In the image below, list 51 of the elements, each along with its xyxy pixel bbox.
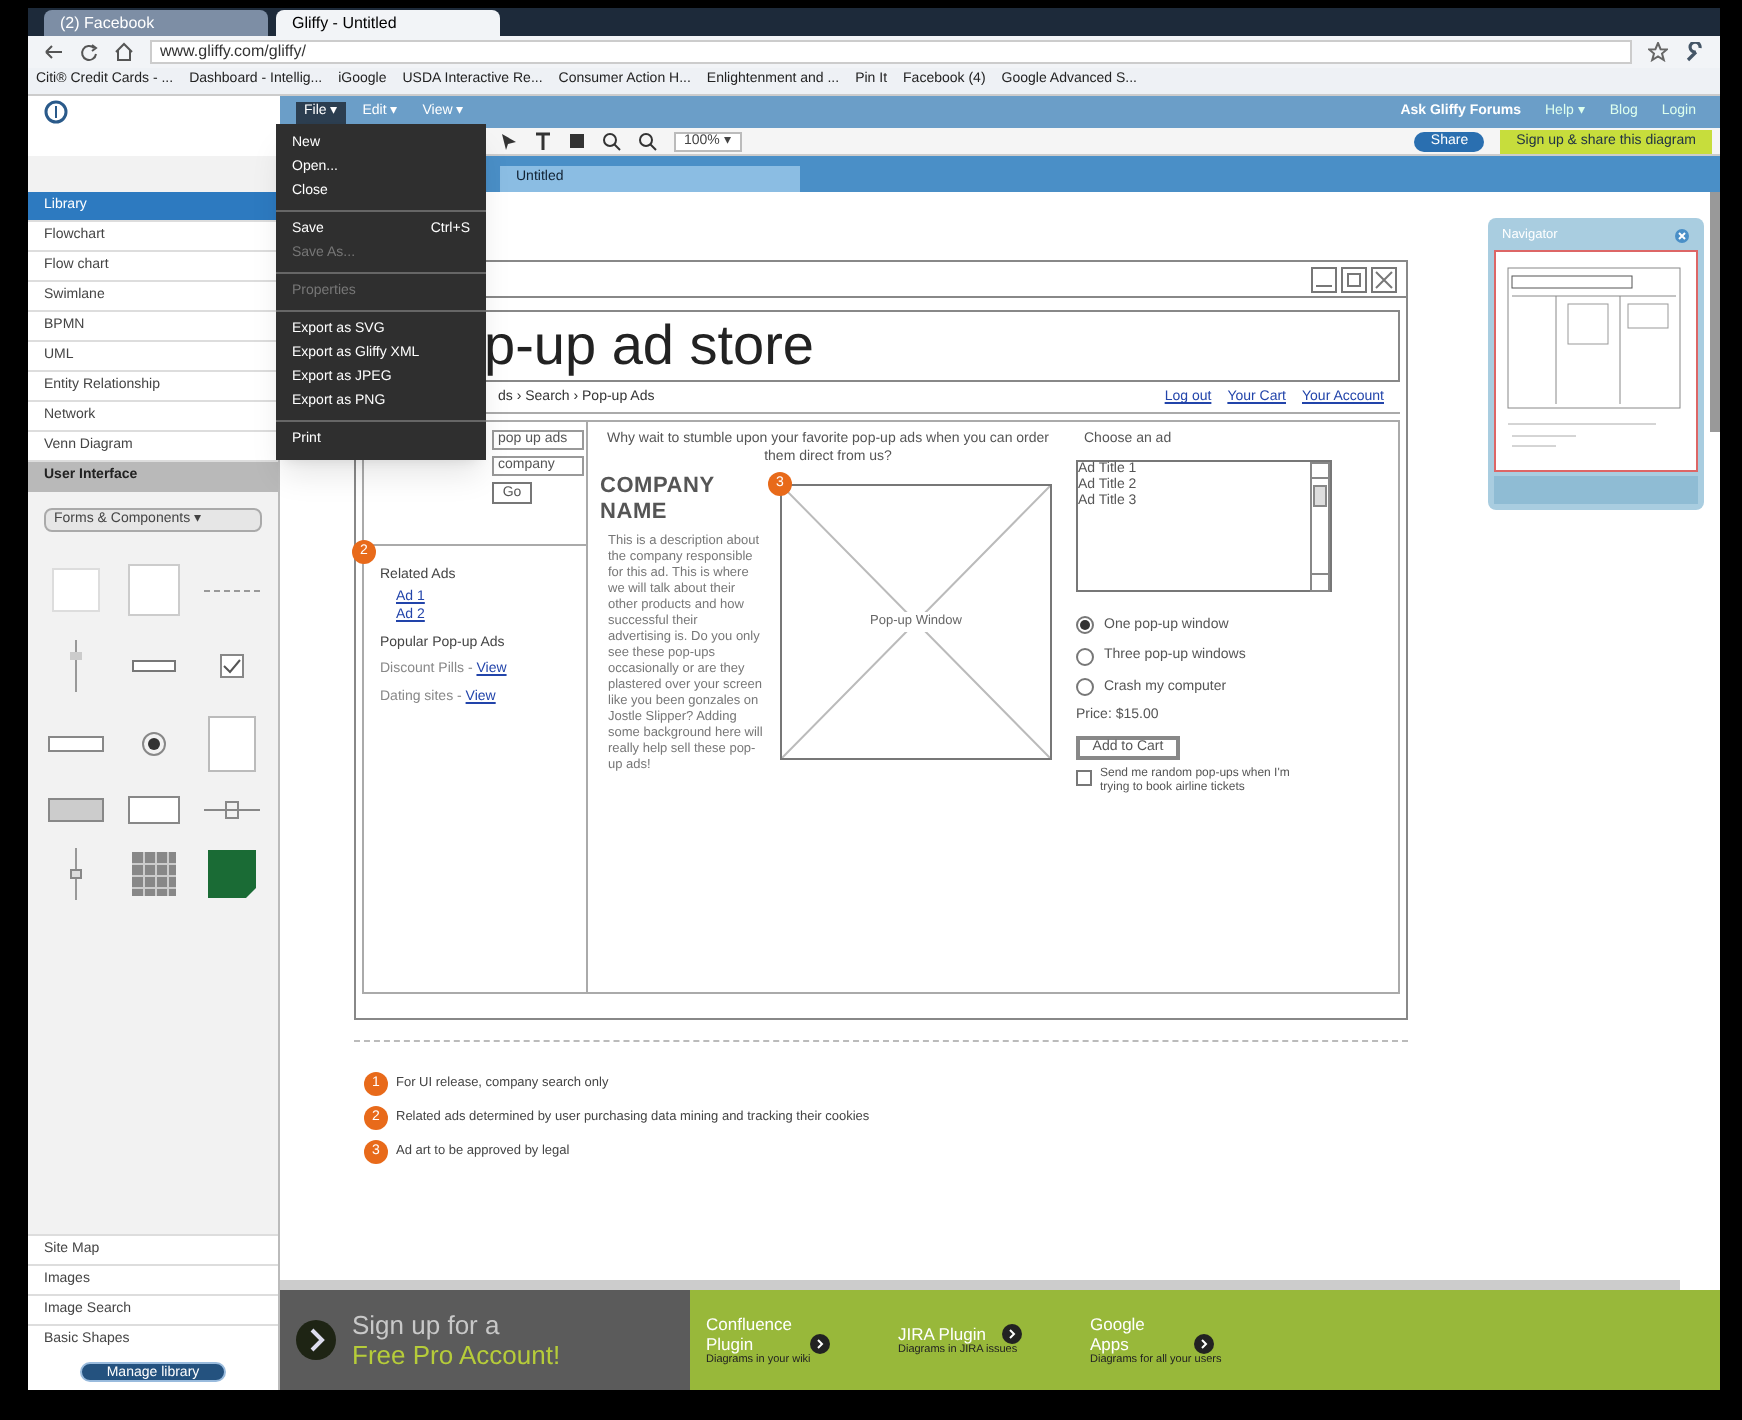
radio-button[interactable] (1076, 678, 1094, 697)
ui-shape-thumbnail (131, 852, 175, 896)
vertical-scrollbar[interactable] (1710, 192, 1720, 432)
arrow-circle-icon (296, 1320, 336, 1360)
ui-shape-thumbnail (207, 716, 255, 772)
back-arrow-icon (44, 44, 64, 60)
ui-shape-thumbnail (131, 660, 175, 672)
listbox-scrollbar-drawing (1310, 461, 1330, 591)
ui-shape-thumbnail (127, 564, 179, 616)
arrow-circle-icon (810, 1333, 830, 1353)
ui-shape-thumbnail (51, 568, 99, 612)
plugin-title: JIRA Plugin (898, 1323, 988, 1343)
ui-shape-thumbnail (69, 640, 81, 692)
horizontal-scrollbar[interactable] (280, 1280, 1680, 1290)
arrow-circle-icon (1194, 1333, 1214, 1353)
radio-button[interactable] (1076, 647, 1094, 666)
home-icon (114, 42, 134, 62)
radio-button[interactable] (1076, 616, 1094, 635)
checkbox[interactable] (1076, 769, 1092, 785)
arrow-circle-icon (1002, 1323, 1022, 1343)
plugin-title: Confluence Plugin (706, 1313, 795, 1353)
company-name: COMPANY NAME (600, 474, 717, 526)
ui-shape-thumbnail (203, 800, 259, 820)
ui-shape-thumbnail (219, 654, 243, 678)
browser-tab[interactable]: Gliffy - Untitled (276, 10, 500, 36)
pointer-tool-icon (500, 131, 518, 151)
close-icon (1370, 265, 1398, 293)
wrench-icon (1684, 42, 1704, 62)
ui-shape-thumbnail (47, 736, 103, 752)
zoom-out-icon (638, 131, 658, 151)
close-icon (1674, 227, 1690, 243)
text-tool-icon (534, 131, 552, 151)
zoom-in-icon (602, 131, 622, 151)
star-icon (1648, 42, 1668, 62)
page-title: p-up ad store (484, 318, 814, 374)
banner-text: Sign up for a (352, 1310, 502, 1340)
ui-shape-thumbnail (127, 796, 179, 824)
ui-shape-thumbnail (69, 848, 81, 900)
plugin-title: Google Apps (1090, 1313, 1147, 1353)
reload-icon (80, 43, 98, 61)
ui-shape-thumbnail (141, 732, 165, 756)
logo-icon (44, 100, 68, 124)
shape-tool-icon (568, 132, 586, 150)
ui-shape-thumbnail (47, 798, 103, 822)
address-field[interactable]: www.gliffy.com/gliffy/ (150, 40, 1632, 64)
minimize-icon (1310, 265, 1338, 293)
banner-text: Free Pro Account! (352, 1340, 561, 1370)
maximize-icon (1340, 265, 1368, 293)
signup-banner[interactable]: Sign up for a Free Pro Account! (280, 1290, 690, 1390)
ui-shape-thumbnail (207, 850, 255, 898)
ui-shape-thumbnail (203, 587, 259, 593)
